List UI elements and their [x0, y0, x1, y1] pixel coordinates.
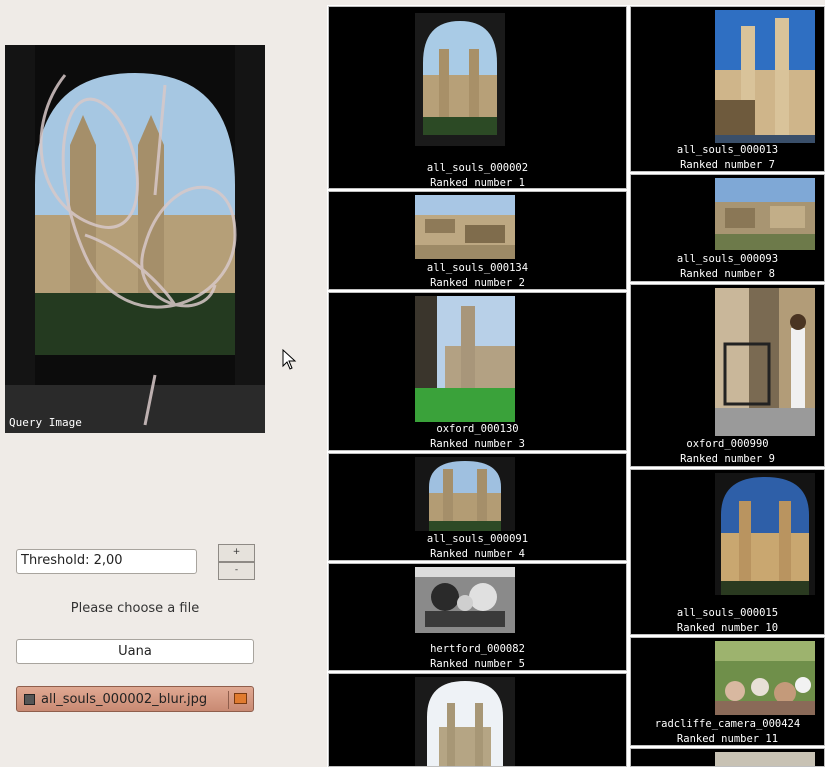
result-tile[interactable]: oxford_000130 Ranked number 3	[328, 292, 627, 451]
result-name: all_souls_000013	[676, 144, 779, 156]
result-tile[interactable]	[630, 748, 825, 767]
result-thumbnail	[715, 178, 815, 250]
result-thumbnail	[715, 10, 815, 143]
increment-button[interactable]: +	[218, 544, 255, 562]
result-rank: Ranked number 5	[430, 658, 525, 670]
file-chooser-label: all_souls_000002_blur.jpg	[41, 692, 208, 707]
result-name: all_souls_000015	[676, 607, 779, 619]
result-thumbnail	[715, 473, 815, 595]
result-rank: Ranked number 2	[430, 277, 525, 289]
result-rank: Ranked number 4	[430, 548, 525, 560]
result-rank: Ranked number 9	[680, 453, 775, 465]
result-name: all_souls_000134	[426, 262, 529, 274]
result-name: hertford_000082	[430, 643, 525, 655]
result-tile[interactable]: all_souls_000002 Ranked number 1	[328, 6, 627, 189]
threshold-input[interactable]: Threshold: 2,00	[16, 549, 197, 574]
result-thumbnail	[415, 13, 505, 146]
result-rank: Ranked number 7	[680, 159, 775, 171]
file-chooser-button[interactable]: all_souls_000002_blur.jpg	[16, 686, 254, 712]
divider	[228, 691, 229, 709]
result-tile[interactable]: all_souls_000093 Ranked number 8	[630, 174, 825, 282]
result-tile[interactable]: all_souls_000015 Ranked number 10	[630, 469, 825, 635]
result-tile[interactable]: all_souls_000013 Ranked number 7	[630, 6, 825, 172]
query-image-caption: Query Image	[9, 416, 82, 429]
mouse-pointer-icon	[282, 349, 297, 370]
folder-icon	[234, 693, 247, 704]
result-rank: Ranked number 3	[430, 438, 525, 450]
name-input[interactable]: Uana	[16, 639, 254, 664]
result-thumbnail	[715, 288, 815, 436]
query-image: Query Image	[5, 45, 265, 433]
result-thumbnail	[415, 457, 515, 531]
file-icon	[24, 694, 35, 705]
result-tile[interactable]: radcliffe_camera_000424 Ranked number 11	[630, 637, 825, 746]
result-tile[interactable]: hertford_000082 Ranked number 5	[328, 563, 627, 671]
result-thumbnail	[415, 195, 515, 259]
result-name: oxford_000130	[436, 423, 519, 435]
result-thumbnail	[415, 677, 515, 766]
result-name: oxford_000990	[686, 438, 769, 450]
result-name: radcliffe_camera_000424	[654, 718, 801, 730]
result-tile[interactable]: oxford_000990 Ranked number 9	[630, 284, 825, 467]
result-tile[interactable]: all_souls_000091 Ranked number 4	[328, 453, 627, 561]
decrement-button[interactable]: -	[218, 562, 255, 580]
choose-file-label: Please choose a file	[70, 601, 200, 616]
result-name: all_souls_000093	[676, 253, 779, 265]
result-rank: Ranked number 1	[430, 177, 525, 189]
result-name: all_souls_000002	[426, 162, 529, 174]
result-rank: Ranked number 10	[676, 622, 779, 634]
result-name: all_souls_000091	[426, 533, 529, 545]
results-panel: all_souls_000002 Ranked number 1 all_sou…	[327, 5, 825, 767]
result-tile[interactable]	[328, 673, 627, 767]
result-thumbnail	[715, 752, 815, 766]
result-tile[interactable]: all_souls_000134 Ranked number 2	[328, 191, 627, 290]
result-thumbnail	[415, 567, 515, 633]
result-thumbnail	[715, 641, 815, 715]
result-rank: Ranked number 8	[680, 268, 775, 280]
query-photo	[5, 45, 265, 433]
result-thumbnail	[415, 296, 515, 422]
result-rank: Ranked number 11	[676, 733, 779, 745]
